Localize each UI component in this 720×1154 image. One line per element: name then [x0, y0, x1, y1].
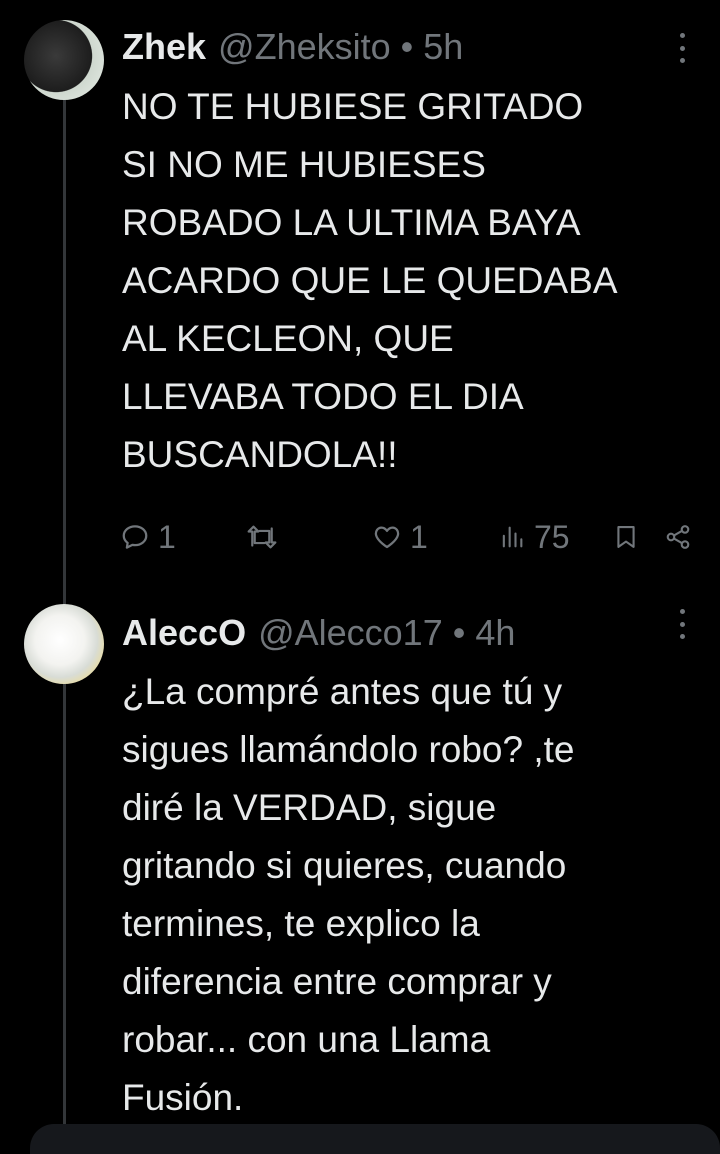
- reply-count: 1: [158, 518, 176, 555]
- bookmark-icon: [617, 526, 635, 548]
- timestamp[interactable]: 4h: [475, 612, 515, 654]
- views-chart-icon: [502, 526, 523, 548]
- tweet-header: Zhek @Zheksito • 5h: [122, 22, 463, 72]
- tweet-header: AleccO @Alecco17 • 4h: [122, 608, 515, 658]
- separator-dot: •: [400, 26, 414, 67]
- like-button[interactable]: 1: [372, 513, 428, 561]
- display-name[interactable]: Zhek: [122, 26, 206, 68]
- views-count: 75: [534, 518, 570, 555]
- retweet-button[interactable]: [245, 513, 279, 561]
- share-icon: [666, 525, 690, 549]
- reply-icon: [122, 525, 148, 549]
- tweet-text: ¿La compré antes que tú y sigues llamánd…: [122, 671, 575, 1118]
- share-button[interactable]: [664, 513, 692, 561]
- like-count: 1: [410, 518, 428, 555]
- views-button[interactable]: 75: [498, 513, 570, 561]
- tweet-text: NO TE HUBIESE GRITADO SI NO ME HUBIESES …: [122, 86, 618, 475]
- tweet-actions: 1 1 75: [0, 513, 720, 561]
- reply-button[interactable]: 1: [120, 513, 176, 561]
- more-vertical-icon[interactable]: [678, 609, 686, 639]
- avatar[interactable]: [24, 20, 104, 100]
- more-vertical-icon[interactable]: [678, 33, 686, 63]
- display-name[interactable]: AleccO: [122, 612, 246, 654]
- avatar[interactable]: [24, 604, 104, 684]
- bookmark-button[interactable]: [612, 513, 640, 561]
- separator-dot: •: [452, 612, 466, 653]
- user-handle[interactable]: @Alecco17: [258, 612, 443, 654]
- heart-icon: [374, 526, 400, 549]
- timestamp[interactable]: 5h: [423, 26, 463, 68]
- retweet-icon: [247, 525, 277, 549]
- compose-reply-bar[interactable]: [30, 1124, 720, 1154]
- user-handle[interactable]: @Zheksito: [218, 26, 391, 68]
